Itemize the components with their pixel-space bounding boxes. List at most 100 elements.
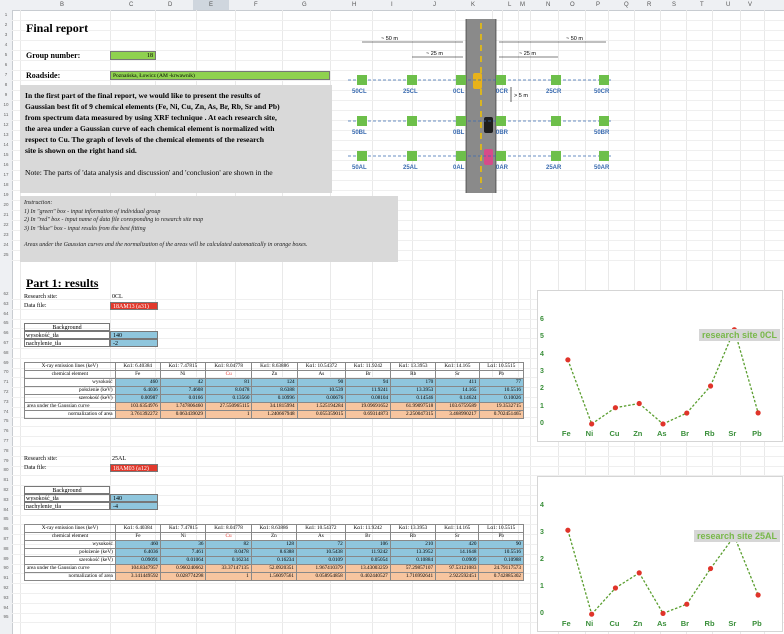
wys-input[interactable]: 140 bbox=[110, 494, 158, 502]
row-number[interactable]: 95 bbox=[0, 614, 12, 619]
value-cell[interactable]: 420 bbox=[435, 540, 480, 549]
value-cell[interactable]: 13.3953 bbox=[390, 386, 437, 395]
column-letter[interactable]: C bbox=[129, 0, 133, 10]
value-cell[interactable]: 0.13560 bbox=[204, 394, 253, 403]
nach-input[interactable]: -4 bbox=[110, 502, 158, 510]
value-cell[interactable]: 8.0478 bbox=[204, 386, 253, 395]
row-number[interactable]: 65 bbox=[0, 320, 12, 325]
row-number[interactable]: 19 bbox=[0, 192, 12, 197]
column-letter[interactable]: O bbox=[570, 0, 575, 10]
row-number[interactable]: 82 bbox=[0, 487, 12, 492]
row-number[interactable]: 5 bbox=[0, 52, 12, 57]
value-cell[interactable]: 90 bbox=[296, 378, 347, 387]
column-letter[interactable]: U bbox=[726, 0, 730, 10]
value-cell[interactable]: 0.00676 bbox=[296, 394, 347, 403]
row-number[interactable]: 74 bbox=[0, 409, 12, 414]
row-number[interactable]: 94 bbox=[0, 605, 12, 610]
row-number[interactable]: 90 bbox=[0, 565, 12, 570]
row-number[interactable]: 18 bbox=[0, 182, 12, 187]
row-number[interactable]: 77 bbox=[0, 438, 12, 443]
value-cell[interactable]: 81 bbox=[204, 378, 253, 387]
column-letter[interactable]: G bbox=[302, 0, 307, 10]
value-cell[interactable]: 0.10884 bbox=[389, 556, 437, 565]
value-cell[interactable]: 210 bbox=[389, 540, 437, 549]
row-number[interactable]: 12 bbox=[0, 122, 12, 127]
row-number[interactable]: 71 bbox=[0, 379, 12, 384]
column-letter[interactable]: N bbox=[546, 0, 550, 10]
value-cell[interactable]: 106 bbox=[344, 540, 391, 549]
row-number[interactable]: 88 bbox=[0, 546, 12, 551]
value-cell[interactable]: 411 bbox=[435, 378, 480, 387]
column-letter[interactable]: V bbox=[748, 0, 752, 10]
value-cell[interactable]: 11.9242 bbox=[344, 548, 391, 557]
value-cell[interactable]: 0.10996 bbox=[251, 394, 298, 403]
value-cell[interactable]: 0.09091 bbox=[114, 556, 162, 565]
row-number[interactable]: 10 bbox=[0, 102, 12, 107]
row-number[interactable]: 80 bbox=[0, 467, 12, 472]
data-file-input[interactable]: 18AM03 (a12) bbox=[110, 464, 158, 472]
value-cell[interactable]: 0.00987 bbox=[114, 394, 161, 403]
column-letter[interactable]: L bbox=[508, 0, 511, 10]
data-file-input[interactable]: 18AM13 (a31) bbox=[110, 302, 158, 310]
row-number[interactable]: 22 bbox=[0, 222, 12, 227]
row-number[interactable]: 85 bbox=[0, 516, 12, 521]
group-number-input[interactable]: 18 bbox=[110, 51, 156, 60]
row-number[interactable]: 86 bbox=[0, 526, 12, 531]
value-cell[interactable]: 6.4036 bbox=[114, 548, 162, 557]
column-letter[interactable]: E bbox=[193, 0, 229, 10]
row-number[interactable]: 3 bbox=[0, 32, 12, 37]
wys-input[interactable]: 140 bbox=[110, 331, 158, 339]
row-number[interactable]: 9 bbox=[0, 92, 12, 97]
row-number[interactable]: 72 bbox=[0, 389, 12, 394]
row-number[interactable]: 75 bbox=[0, 418, 12, 423]
row-number[interactable]: 67 bbox=[0, 340, 12, 345]
row-number[interactable]: 20 bbox=[0, 202, 12, 207]
row-number[interactable]: 14 bbox=[0, 142, 12, 147]
row-number[interactable]: 78 bbox=[0, 448, 12, 453]
column-letter[interactable]: H bbox=[352, 0, 356, 10]
row-number[interactable]: 84 bbox=[0, 507, 12, 512]
column-letter[interactable]: I bbox=[391, 0, 393, 10]
row-number[interactable]: 6 bbox=[0, 62, 12, 67]
column-letter[interactable]: F bbox=[254, 0, 258, 10]
row-number[interactable]: 23 bbox=[0, 232, 12, 237]
value-cell[interactable]: 128 bbox=[250, 540, 297, 549]
value-cell[interactable]: 170 bbox=[390, 378, 437, 387]
value-cell[interactable]: 94 bbox=[345, 378, 392, 387]
value-cell[interactable]: 8.0478 bbox=[205, 548, 252, 557]
value-cell[interactable]: 10.5516 bbox=[478, 548, 524, 557]
row-number[interactable]: 66 bbox=[0, 330, 12, 335]
column-letter[interactable]: P bbox=[596, 0, 600, 10]
value-cell[interactable]: 0.10026 bbox=[478, 394, 525, 403]
value-cell[interactable]: 14.1648 bbox=[435, 548, 480, 557]
value-cell[interactable]: 0.08104 bbox=[345, 394, 392, 403]
nach-input[interactable]: -2 bbox=[110, 339, 158, 347]
row-number[interactable]: 17 bbox=[0, 172, 12, 177]
value-cell[interactable]: 0.10988 bbox=[478, 556, 524, 565]
row-number[interactable]: 64 bbox=[0, 311, 12, 316]
row-number[interactable]: 93 bbox=[0, 595, 12, 600]
value-cell[interactable]: 6.4036 bbox=[114, 386, 161, 395]
column-letter[interactable]: B bbox=[60, 0, 64, 10]
value-cell[interactable]: 10.539 bbox=[296, 386, 347, 395]
value-cell[interactable]: 90 bbox=[478, 540, 524, 549]
value-cell[interactable]: 0.01064 bbox=[160, 556, 207, 565]
column-letter[interactable]: R bbox=[647, 0, 651, 10]
value-cell[interactable]: 0.14624 bbox=[435, 394, 480, 403]
row-number[interactable]: 11 bbox=[0, 112, 12, 117]
value-cell[interactable]: 11.9241 bbox=[345, 386, 392, 395]
row-number[interactable]: 91 bbox=[0, 575, 12, 580]
value-cell[interactable]: 36 bbox=[160, 540, 207, 549]
row-number[interactable]: 13 bbox=[0, 132, 12, 137]
row-number[interactable]: 68 bbox=[0, 350, 12, 355]
value-cell[interactable]: 0.0909 bbox=[435, 556, 480, 565]
row-number[interactable]: 70 bbox=[0, 369, 12, 374]
roadside-input[interactable]: Poznańska, Łowicz (AM -krwawnik) bbox=[110, 71, 330, 80]
row-number[interactable]: 8 bbox=[0, 82, 12, 87]
row-number[interactable]: 15 bbox=[0, 152, 12, 157]
column-letter[interactable]: K bbox=[471, 0, 475, 10]
value-cell[interactable]: 10.5438 bbox=[295, 548, 346, 557]
value-cell[interactable]: 82 bbox=[205, 540, 252, 549]
value-cell[interactable]: 460 bbox=[114, 378, 161, 387]
value-cell[interactable]: 124 bbox=[251, 378, 298, 387]
